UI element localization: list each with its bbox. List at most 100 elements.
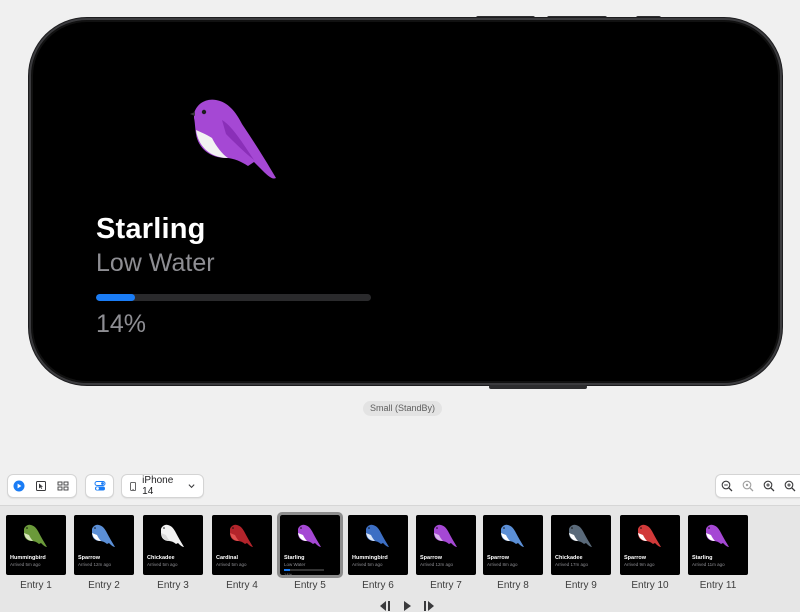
- entry-label: Entry 9: [565, 580, 597, 591]
- bird-icon: [92, 524, 115, 547]
- entry-thumbnail-title: Starling: [692, 555, 713, 561]
- entry-thumbnail-title: Cardinal: [216, 555, 239, 561]
- entry-thumbnail-title: Hummingbird: [352, 555, 388, 561]
- entry-thumbnail-title: Hummingbird: [10, 555, 46, 561]
- entry-thumbnail-title: Sparrow: [420, 555, 443, 561]
- zoom-fit-icon: [742, 480, 753, 492]
- entry-thumbnail-subtitle: Arrived 5m ago: [147, 562, 178, 567]
- bird-icon: [298, 524, 321, 547]
- entry-thumbnail-subtitle: Arrived 5m ago: [352, 562, 383, 567]
- entry-thumbnail-title: Sparrow: [78, 555, 101, 561]
- timeline-entry[interactable]: Starling Arrived 11m ago Entry 11: [687, 515, 749, 591]
- bird-icon: [638, 524, 661, 547]
- bird-icon: [161, 524, 184, 547]
- zoom-in-button[interactable]: [758, 475, 779, 497]
- water-progress-bar: [96, 294, 371, 301]
- entry-thumbnail-subtitle: Arrived 8m ago: [487, 562, 518, 567]
- entry-thumbnail: Sparrow Arrived 12m ago: [74, 515, 134, 575]
- entry-thumbnail-title: Chickadee: [555, 555, 583, 561]
- entry-thumbnail: Sparrow Arrived 8m ago: [483, 515, 543, 575]
- cursor-icon: [36, 481, 46, 491]
- step-forward-icon[interactable]: [422, 600, 436, 612]
- entry-progress-text: 14%: [284, 572, 293, 575]
- water-progress-fill: [96, 294, 135, 301]
- entry-thumbnail-title: Chickadee: [147, 555, 175, 561]
- entry-thumbnail: Hummingbird Arrived 5m ago: [6, 515, 66, 575]
- entry-thumbnail-title: Sparrow: [624, 555, 647, 561]
- entry-progress-bar: [284, 569, 324, 571]
- entry-label: Entry 6: [362, 580, 394, 591]
- bird-icon: [24, 524, 47, 547]
- bird-icon: [569, 524, 592, 547]
- entry-thumbnail: Starling Arrived 11m ago: [688, 515, 748, 575]
- timeline-entry[interactable]: Sparrow Arrived 8m ago Entry 8: [482, 515, 544, 591]
- device-picker[interactable]: iPhone 14: [121, 474, 204, 498]
- bird-icon: [706, 524, 729, 547]
- entry-thumbnail-subtitle: Arrived 12m ago: [78, 562, 112, 567]
- entry-thumbnail: Sparrow Arrived 12m ago: [416, 515, 476, 575]
- step-back-icon[interactable]: [378, 600, 392, 612]
- entry-thumbnail: Hummingbird Arrived 5m ago: [348, 515, 408, 575]
- widget-subtitle: Low Water: [96, 249, 215, 277]
- entry-label: Entry 2: [88, 580, 120, 591]
- entry-thumbnail: Chickadee Arrived 17m ago: [551, 515, 611, 575]
- entry-thumbnail-title: Sparrow: [487, 555, 510, 561]
- zoom-controls: [715, 474, 800, 498]
- timeline-entry[interactable]: Sparrow Arrived 12m ago Entry 7: [415, 515, 477, 591]
- entry-label: Entry 11: [699, 580, 737, 591]
- grid-icon: [57, 481, 69, 491]
- entry-thumbnail-subtitle: Low Water: [284, 562, 306, 567]
- variants-button[interactable]: [85, 474, 114, 498]
- bird-icon: [230, 524, 253, 547]
- entry-thumbnail-subtitle: Arrived 11m ago: [692, 562, 725, 567]
- entry-label: Entry 8: [497, 580, 529, 591]
- timeline-entry[interactable]: Sparrow Arrived 9m ago Entry 10: [619, 515, 681, 591]
- zoom-fit-button[interactable]: [737, 475, 758, 497]
- zoom-out-button[interactable]: [716, 475, 737, 497]
- zoom-actual-button[interactable]: [779, 475, 800, 497]
- timeline-entry[interactable]: Cardinal Arrived 5m ago Entry 4: [211, 515, 273, 591]
- timeline-entry[interactable]: Hummingbird Arrived 5m ago Entry 1: [5, 515, 67, 591]
- entry-label: Entry 7: [430, 580, 462, 591]
- entry-thumbnail-title: Starling: [284, 555, 305, 561]
- grid-mode-button[interactable]: [52, 475, 74, 497]
- bird-icon: [434, 524, 457, 547]
- entry-thumbnail: Starling Low Water 14%: [277, 512, 343, 578]
- zoom-actual-icon: [784, 480, 795, 492]
- toggles-icon: [94, 481, 105, 491]
- entry-thumbnail: Sparrow Arrived 9m ago: [620, 515, 680, 575]
- widget-progress-text: 14%: [96, 310, 147, 338]
- timeline-entry[interactable]: Chickadee Arrived 17m ago Entry 9: [550, 515, 612, 591]
- entry-progress-fill: [284, 569, 290, 571]
- entry-thumbnail-subtitle: Arrived 5m ago: [216, 562, 247, 567]
- entry-label: Entry 3: [157, 580, 189, 591]
- entry-label: Entry 10: [631, 580, 669, 591]
- bird-icon: [366, 524, 389, 547]
- entry-label: Entry 1: [20, 580, 52, 591]
- zoom-out-icon: [721, 480, 732, 492]
- selectable-mode-button[interactable]: [30, 475, 52, 497]
- entry-thumbnail-subtitle: Arrived 17m ago: [555, 562, 589, 567]
- widget-title: Starling: [96, 213, 206, 245]
- widget-family-label: Small (StandBy): [363, 401, 443, 416]
- mode-segmented-control: [7, 474, 77, 498]
- entry-thumbnail-subtitle: Arrived 9m ago: [624, 562, 655, 567]
- iphone-icon: [130, 481, 136, 491]
- bird-icon: [190, 99, 276, 179]
- timeline-entry[interactable]: Starling Low Water 14% Entry 5: [277, 512, 343, 591]
- side-button: [489, 385, 587, 389]
- bird-icon: [501, 524, 524, 547]
- device-name: iPhone 14: [142, 475, 174, 497]
- timeline-entry[interactable]: Chickadee Arrived 5m ago Entry 3: [142, 515, 204, 591]
- entry-thumbnail: Cardinal Arrived 5m ago: [212, 515, 272, 575]
- playback-controls: [378, 600, 436, 612]
- play-circle-icon: [13, 480, 25, 492]
- timeline-entry[interactable]: Sparrow Arrived 12m ago Entry 2: [73, 515, 135, 591]
- entry-thumbnail-subtitle: Arrived 5m ago: [10, 562, 41, 567]
- live-preview-button[interactable]: [8, 475, 30, 497]
- zoom-in-icon: [763, 480, 774, 492]
- timeline-entry[interactable]: Hummingbird Arrived 5m ago Entry 6: [347, 515, 409, 591]
- chevron-down-icon: [188, 484, 195, 489]
- entry-thumbnail-subtitle: Arrived 12m ago: [420, 562, 454, 567]
- play-icon[interactable]: [400, 600, 414, 612]
